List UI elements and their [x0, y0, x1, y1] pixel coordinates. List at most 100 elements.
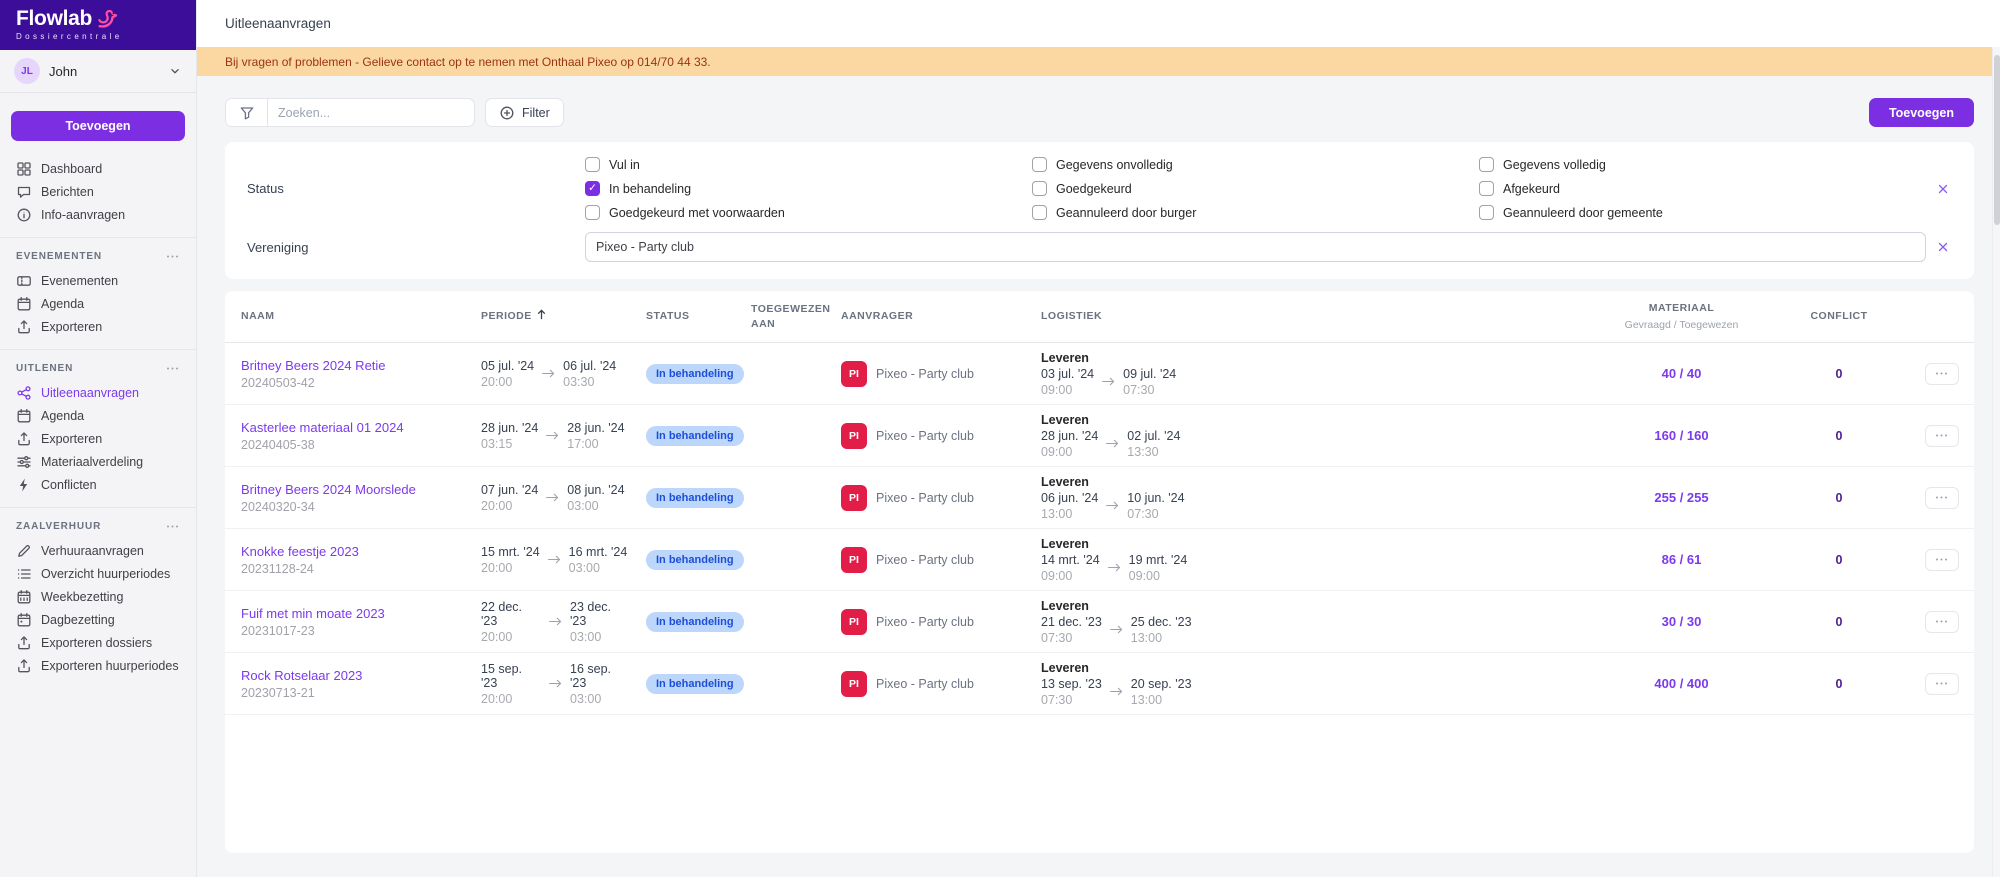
status-checkbox[interactable]: In behandeling: [585, 181, 1032, 196]
search-input[interactable]: [268, 99, 474, 126]
logistics-range: 14 mrt. '24 09:00 19 mrt. '24 09:00: [1041, 553, 1594, 583]
export-icon: [16, 658, 32, 674]
sidebar-item[interactable]: Dashboard: [0, 157, 196, 180]
status-badge: In behandeling: [646, 674, 744, 694]
sidebar-item[interactable]: Exporteren huurperiodes: [0, 654, 196, 677]
brand-name: Flowlab: [16, 7, 92, 31]
pen-icon: [16, 543, 32, 559]
status-checkbox[interactable]: Goedgekeurd: [1032, 181, 1479, 196]
cell-logistiek: Leveren 06 jun. '24 13:00 10 jun. '24 07…: [1025, 475, 1594, 521]
request-name-link[interactable]: Britney Beers 2024 Retie: [241, 358, 465, 373]
request-name-link[interactable]: Kasterlee materiaal 01 2024: [241, 420, 465, 435]
row-actions-button[interactable]: [1925, 549, 1959, 571]
sidebar: Flowlab Dossiercentrale JL John Toevoege…: [0, 0, 197, 877]
sidebar-item[interactable]: Verhuuraanvragen: [0, 539, 196, 562]
column-label: MATERIAAL: [1594, 301, 1769, 315]
row-actions-button[interactable]: [1925, 611, 1959, 633]
checkbox-box: [1032, 181, 1047, 196]
filter-button[interactable]: Filter: [485, 98, 564, 127]
arrow-right-icon: [1109, 624, 1124, 635]
column-label: LOGISTIEK: [1041, 310, 1102, 322]
row-actions-button[interactable]: [1925, 425, 1959, 447]
sidebar-item[interactable]: Evenementen: [0, 269, 196, 292]
sidebar-item-label: Agenda: [41, 409, 84, 423]
date: 08 jun. '24: [567, 483, 624, 497]
cell-periode: 07 jun. '24 20:00 08 jun. '24 03:00: [465, 483, 630, 513]
sidebar-item[interactable]: Info-aanvragen: [0, 203, 196, 226]
status-checkbox[interactable]: Geannuleerd door gemeente: [1479, 205, 1926, 220]
table-body: Britney Beers 2024 Retie 20240503-42 05 …: [225, 343, 1974, 715]
vereniging-input[interactable]: [585, 232, 1926, 262]
request-name-link[interactable]: Britney Beers 2024 Moorslede: [241, 482, 465, 497]
status-checkbox[interactable]: Vul in: [585, 157, 1032, 172]
date: 28 jun. '24: [567, 421, 624, 435]
cell-actions: [1909, 673, 1974, 695]
column-header-aanvrager[interactable]: AANVRAGER: [825, 309, 1025, 323]
section-more-button[interactable]: [165, 519, 180, 534]
request-name-link[interactable]: Fuif met min moate 2023: [241, 606, 465, 621]
table-row[interactable]: Knokke feestje 2023 20231128-24 15 mrt. …: [225, 529, 1974, 591]
checkbox-label: Geannuleerd door gemeente: [1503, 206, 1663, 220]
checkbox-label: Gegevens onvolledig: [1056, 158, 1173, 172]
page-title: Uitleenaanvragen: [225, 16, 331, 31]
sidebar-item[interactable]: Weekbezetting: [0, 585, 196, 608]
section-title: UITLENEN: [16, 363, 73, 374]
table-row[interactable]: Britney Beers 2024 Retie 20240503-42 05 …: [225, 343, 1974, 405]
column-header-status[interactable]: STATUS: [630, 309, 735, 323]
request-name-link[interactable]: Rock Rotselaar 2023: [241, 668, 465, 683]
cell-naam: Knokke feestje 2023 20231128-24: [225, 544, 465, 576]
sidebar-item[interactable]: Berichten: [0, 180, 196, 203]
calendar-icon: [16, 296, 32, 312]
status-checkbox[interactable]: Afgekeurd: [1479, 181, 1926, 196]
request-name-link[interactable]: Knokke feestje 2023: [241, 544, 465, 559]
user-menu[interactable]: JL John: [0, 50, 196, 93]
table-row[interactable]: Fuif met min moate 2023 20231017-23 22 d…: [225, 591, 1974, 653]
requester-avatar: PI: [841, 361, 867, 387]
sidebar-item[interactable]: Overzicht huurperiodes: [0, 562, 196, 585]
section-more-button[interactable]: [165, 249, 180, 264]
table-row[interactable]: Kasterlee materiaal 01 2024 20240405-38 …: [225, 405, 1974, 467]
sidebar-item-label: Weekbezetting: [41, 590, 123, 604]
clear-vereniging-filter-button[interactable]: [1926, 240, 1960, 254]
logistics-end: 10 jun. '24 07:30: [1127, 491, 1184, 521]
sidebar-item[interactable]: Agenda: [0, 292, 196, 315]
sidebar-add-button[interactable]: Toevoegen: [11, 111, 185, 141]
scrollbar-track[interactable]: [1992, 47, 2000, 877]
sidebar-item[interactable]: Conflicten: [0, 473, 196, 496]
column-header-logistiek[interactable]: LOGISTIEK: [1025, 309, 1594, 323]
logo-block: Flowlab Dossiercentrale: [0, 0, 196, 50]
sidebar-item[interactable]: Exporteren: [0, 427, 196, 450]
funnel-icon[interactable]: [226, 99, 268, 126]
column-header-materiaal[interactable]: MATERIAAL Gevraagd / Toegewezen: [1594, 301, 1769, 331]
table-row[interactable]: Britney Beers 2024 Moorslede 20240320-34…: [225, 467, 1974, 529]
table-row[interactable]: Rock Rotselaar 2023 20230713-21 15 sep. …: [225, 653, 1974, 715]
sidebar-item[interactable]: Agenda: [0, 404, 196, 427]
sidebar-item[interactable]: Dagbezetting: [0, 608, 196, 631]
section-more-button[interactable]: [165, 361, 180, 376]
column-header-conflict[interactable]: CONFLICT: [1769, 309, 1909, 323]
row-actions-button[interactable]: [1925, 673, 1959, 695]
status-checkbox[interactable]: Goedgekeurd met voorwaarden: [585, 205, 1032, 220]
column-label: TOEGEWEZEN AAN: [751, 303, 830, 329]
status-checkbox[interactable]: Geannuleerd door burger: [1032, 205, 1479, 220]
clear-status-filter-button[interactable]: [1926, 182, 1960, 196]
date: 14 mrt. '24: [1041, 553, 1100, 567]
column-header-naam[interactable]: NAAM: [225, 309, 465, 323]
add-request-button[interactable]: Toevoegen: [1869, 98, 1974, 127]
column-header-toegewezen-aan[interactable]: TOEGEWEZEN AAN: [735, 302, 825, 330]
time: 07:30: [1041, 693, 1102, 707]
row-actions-button[interactable]: [1925, 363, 1959, 385]
sidebar-item[interactable]: Materiaalverdeling: [0, 450, 196, 473]
sidebar-item[interactable]: Uitleenaanvragen: [0, 381, 196, 404]
logistics-end: 09 jul. '24 07:30: [1123, 367, 1176, 397]
column-header-periode[interactable]: PERIODE: [465, 309, 630, 323]
sidebar-item[interactable]: Exporteren dossiers: [0, 631, 196, 654]
topbar: Uitleenaanvragen: [197, 0, 2000, 47]
status-checkbox[interactable]: Gegevens onvolledig: [1032, 157, 1479, 172]
sidebar-item[interactable]: Exporteren: [0, 315, 196, 338]
status-checkbox[interactable]: Gegevens volledig: [1479, 157, 1926, 172]
sidebar-item-label: Agenda: [41, 297, 84, 311]
time: 13:00: [1131, 693, 1192, 707]
row-actions-button[interactable]: [1925, 487, 1959, 509]
scrollbar-thumb[interactable]: [1994, 55, 2000, 225]
